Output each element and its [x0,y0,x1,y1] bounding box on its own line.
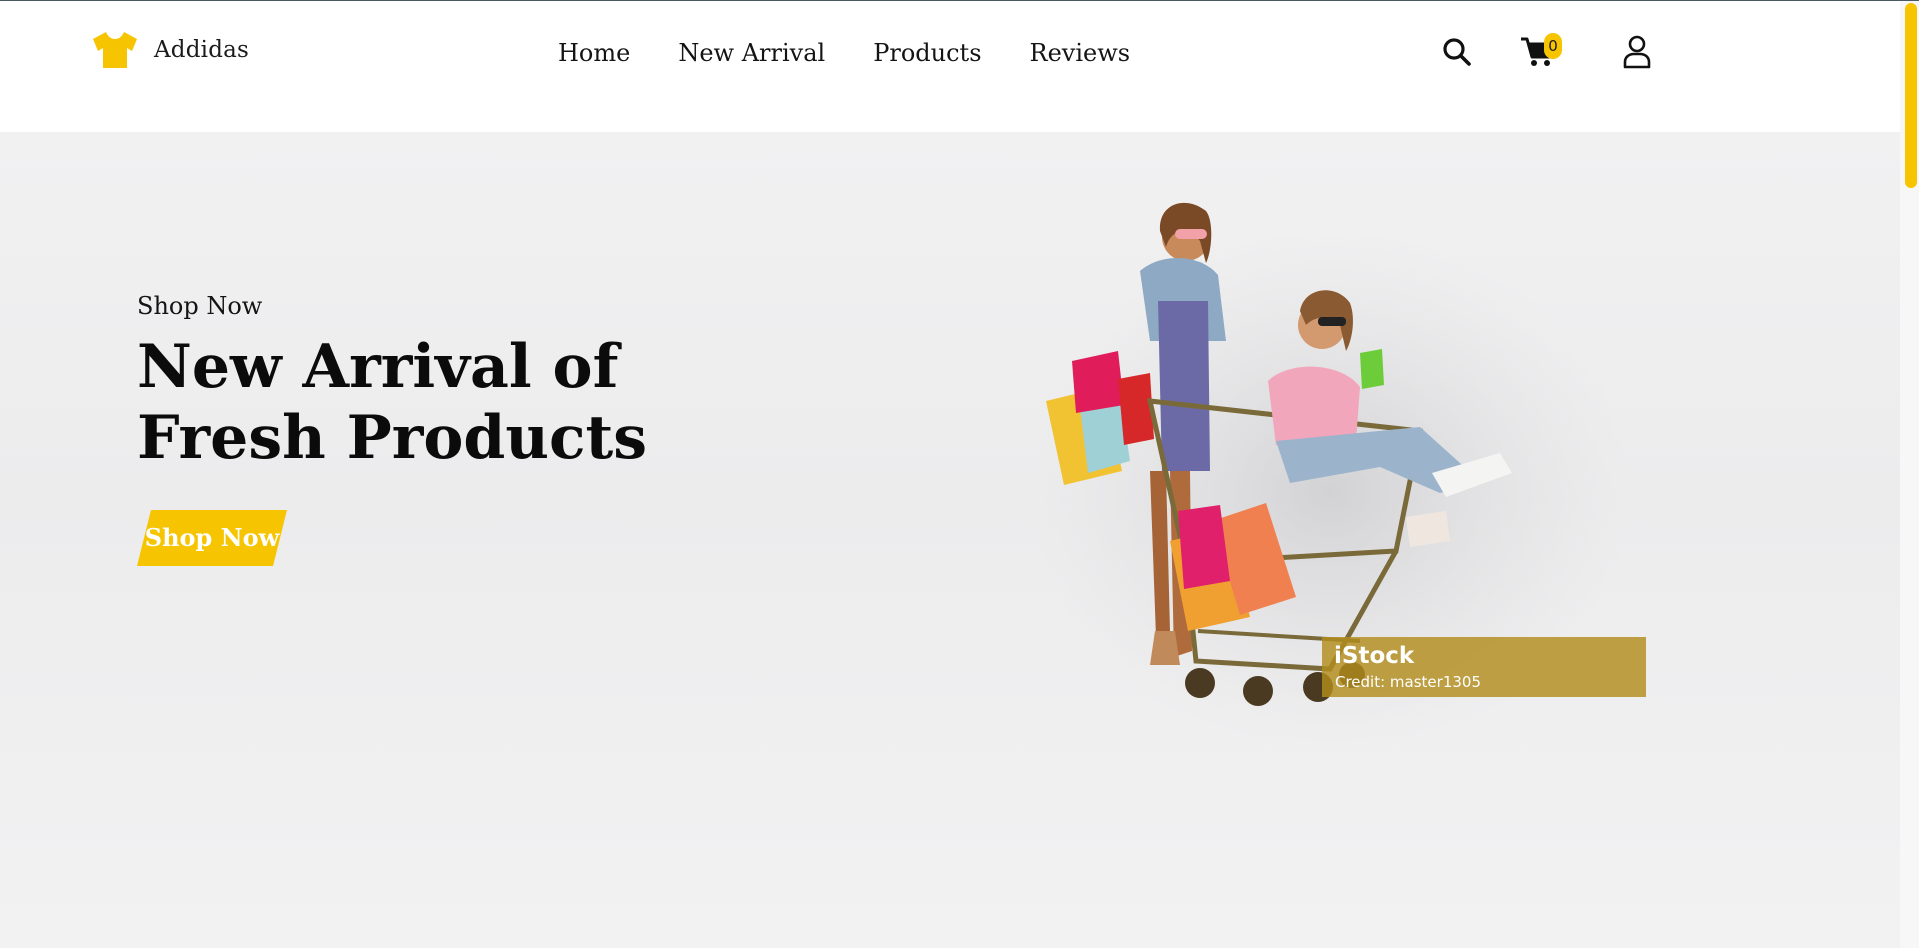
nav-products[interactable]: Products [873,39,981,67]
main-nav: Home New Arrival Products Reviews [558,39,1130,67]
cart-count-badge: 0 [1544,33,1562,59]
nav-reviews[interactable]: Reviews [1030,39,1131,67]
search-icon [1443,38,1471,66]
scrollbar-thumb[interactable] [1905,3,1917,188]
hero-subtitle: Shop Now [137,292,263,320]
nav-new-arrival[interactable]: New Arrival [678,39,825,67]
hero-title-line-1: New Arrival of [137,332,619,402]
search-button[interactable] [1442,37,1472,67]
account-button[interactable] [1622,35,1652,69]
page: Addidas Home New Arrival Products Review… [0,0,1919,948]
shop-now-button[interactable]: Shop Now [137,510,287,566]
brand-logo[interactable]: Addidas [90,29,249,71]
user-icon [1623,35,1651,69]
watermark-credit: Credit: master1305 [1335,673,1482,691]
hero-title-line-2: Fresh Products [137,403,647,473]
site-header: Addidas Home New Arrival Products Review… [0,1,1900,132]
page-scrollbar[interactable] [1900,1,1919,948]
nav-home[interactable]: Home [558,39,630,67]
hero-title: New Arrival of Fresh Products [137,332,657,474]
brand-name: Addidas [154,37,250,63]
tshirt-icon [93,32,137,68]
shop-now-label: Shop Now [144,523,280,552]
watermark-brand: iStock [1334,643,1415,669]
